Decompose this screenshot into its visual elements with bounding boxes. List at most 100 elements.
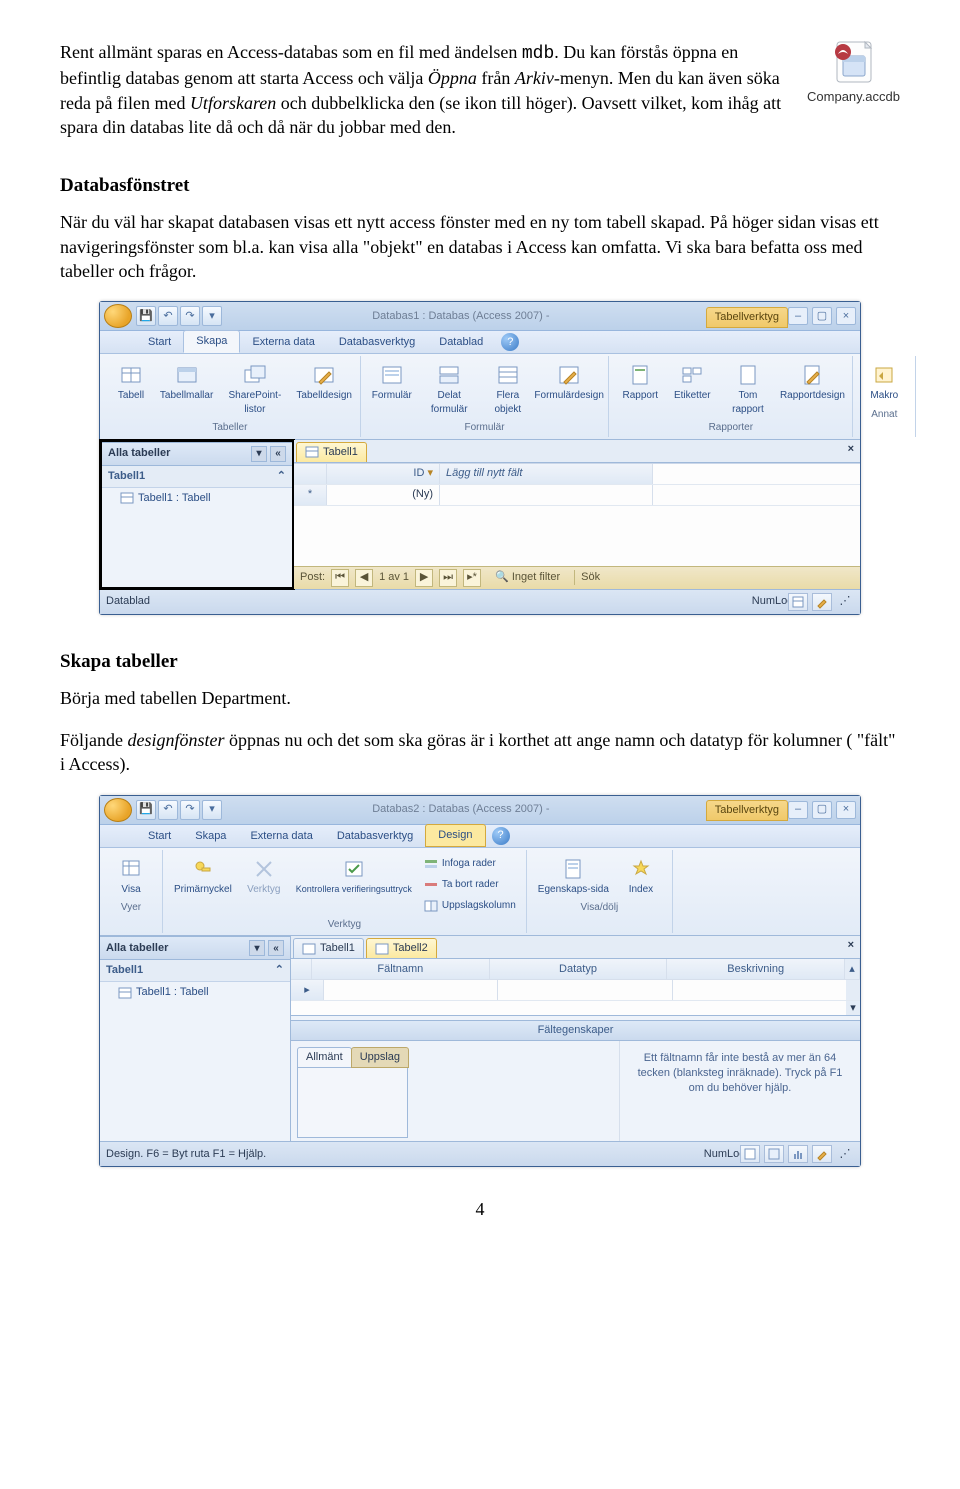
- view-pivottable-icon[interactable]: [764, 1145, 784, 1163]
- ribbon-btn-formulardesign[interactable]: Formulärdesign: [536, 360, 602, 419]
- nav-group-label[interactable]: Tabell1: [108, 469, 145, 484]
- ribbon-btn-tomrapport[interactable]: Tom rapport: [719, 360, 776, 419]
- help-icon[interactable]: ?: [501, 333, 519, 351]
- column-dropdown-icon[interactable]: ▾: [427, 466, 433, 481]
- minimize-button[interactable]: –: [788, 801, 808, 819]
- nav-last-icon[interactable]: ⏭: [439, 569, 457, 587]
- design-cell[interactable]: [498, 980, 672, 1000]
- ribbon-btn-fleraobjekt[interactable]: Flera objekt: [482, 360, 534, 419]
- nav-group-collapse-icon[interactable]: ⌃: [275, 963, 284, 978]
- row-selector-header[interactable]: [294, 464, 327, 484]
- document-tab-tabell1[interactable]: Tabell1: [296, 442, 367, 462]
- ribbon-btn-tabelldesign[interactable]: Tabelldesign: [295, 360, 354, 419]
- close-button[interactable]: ×: [836, 801, 856, 819]
- navigation-pane[interactable]: Alla tabeller▾« Tabell1⌃ Tabell1 : Tabel…: [99, 439, 295, 590]
- ribbon-btn-formular[interactable]: Formulär: [367, 360, 417, 419]
- column-header-add-field[interactable]: Lägg till nytt fält: [440, 464, 653, 484]
- nav-collapse-icon[interactable]: «: [270, 446, 286, 462]
- ribbon-btn-tabell[interactable]: Tabell: [106, 360, 156, 419]
- minimize-button[interactable]: –: [788, 307, 808, 325]
- ribbon-tab-externa[interactable]: Externa data: [240, 332, 326, 353]
- ribbon-tab-skapa[interactable]: Skapa: [183, 330, 240, 353]
- cell-empty[interactable]: [440, 485, 653, 505]
- cell-id-new[interactable]: (Ny): [327, 485, 440, 505]
- property-tabs: AllmäntUppslag: [291, 1041, 408, 1141]
- nav-group-collapse-icon[interactable]: ⌃: [277, 469, 286, 484]
- nav-item-tabell1[interactable]: Tabell1 : Tabell: [100, 982, 290, 1003]
- resize-grip-icon[interactable]: ⋰: [836, 594, 854, 610]
- ribbon-tab-start[interactable]: Start: [136, 826, 183, 847]
- ribbon-btn-uppslagskolumn[interactable]: Uppslagskolumn: [419, 896, 520, 916]
- design-cell[interactable]: [673, 980, 846, 1000]
- document-close-button[interactable]: ×: [842, 936, 860, 958]
- ribbon-btn-egenskapssida[interactable]: Egenskaps-sida: [533, 854, 614, 900]
- scrollbar-up-icon[interactable]: ▴: [845, 959, 860, 979]
- ribbon-tab-verktyg[interactable]: Databasverktyg: [327, 332, 427, 353]
- ribbon-btn-visa[interactable]: Visa: [106, 854, 156, 900]
- ribbon-btn-infoga-rader[interactable]: Infoga rader: [419, 854, 520, 874]
- nav-next-icon[interactable]: ▶: [415, 569, 433, 587]
- nav-item-tabell1[interactable]: Tabell1 : Tabell: [102, 488, 292, 509]
- office-button[interactable]: [104, 798, 132, 822]
- ribbon-tab-verktyg[interactable]: Databasverktyg: [325, 826, 425, 847]
- ribbon-tab-datablad[interactable]: Datablad: [427, 332, 495, 353]
- ribbon-tab-start[interactable]: Start: [136, 332, 183, 353]
- resize-grip-icon[interactable]: ⋰: [836, 1146, 854, 1162]
- view-design-icon[interactable]: [812, 1145, 832, 1163]
- quick-undo-icon[interactable]: ↶: [158, 800, 178, 820]
- design-col-datatyp[interactable]: Datatyp: [490, 959, 668, 979]
- ribbon-btn-sharepoint[interactable]: SharePoint-listor: [217, 360, 292, 419]
- nav-new-icon[interactable]: ▸*: [463, 569, 481, 587]
- prop-tab-allmant[interactable]: Allmänt: [297, 1047, 352, 1068]
- ribbon-btn-rapport[interactable]: Rapport: [615, 360, 665, 419]
- ribbon-btn-rapportdesign[interactable]: Rapportdesign: [779, 360, 847, 419]
- view-design-icon[interactable]: [812, 593, 832, 611]
- view-pivotchart-icon[interactable]: [788, 1145, 808, 1163]
- office-button[interactable]: [104, 304, 132, 328]
- column-header-id[interactable]: ID ▾: [327, 464, 440, 484]
- ribbon-btn-verktyg[interactable]: Verktyg: [239, 854, 289, 916]
- design-cell[interactable]: [324, 980, 498, 1000]
- document-tab-tabell1[interactable]: Tabell1: [293, 938, 364, 958]
- view-datasheet-icon[interactable]: [740, 1145, 760, 1163]
- quick-more-icon[interactable]: ▾: [202, 800, 222, 820]
- search-box[interactable]: Sök: [574, 570, 600, 585]
- design-col-beskrivning[interactable]: Beskrivning: [667, 959, 845, 979]
- nav-first-icon[interactable]: ⏮: [331, 569, 349, 587]
- ribbon-btn-etiketter[interactable]: Etiketter: [667, 360, 717, 419]
- filter-indicator[interactable]: 🔍 Inget filter: [495, 570, 560, 585]
- maximize-button[interactable]: ▢: [812, 801, 832, 819]
- scrollbar-down-icon[interactable]: ▾: [846, 1001, 860, 1015]
- ribbon-btn-delatformular[interactable]: Delat formulär: [419, 360, 480, 419]
- document-tab-tabell2[interactable]: Tabell2: [366, 938, 437, 958]
- view-datasheet-icon[interactable]: [788, 593, 808, 611]
- ribbon-btn-kontrollera[interactable]: Kontrollera verifieringsuttryck: [291, 854, 417, 916]
- quick-redo-icon[interactable]: ↷: [180, 306, 200, 326]
- ribbon-tab-externa[interactable]: Externa data: [238, 826, 324, 847]
- ribbon-btn-primarnyckel[interactable]: Primärnyckel: [169, 854, 237, 916]
- quick-undo-icon[interactable]: ↶: [158, 306, 178, 326]
- ribbon-tab-skapa[interactable]: Skapa: [183, 826, 238, 847]
- nav-dropdown-icon[interactable]: ▾: [251, 446, 267, 462]
- maximize-button[interactable]: ▢: [812, 307, 832, 325]
- help-icon[interactable]: ?: [492, 827, 510, 845]
- scrollbar-track[interactable]: [846, 980, 860, 1000]
- quick-save-icon[interactable]: 💾: [136, 800, 156, 820]
- ribbon-tab-design[interactable]: Design: [425, 824, 485, 847]
- nav-group-label[interactable]: Tabell1: [106, 963, 143, 978]
- quick-save-icon[interactable]: 💾: [136, 306, 156, 326]
- ribbon-btn-index[interactable]: Index: [616, 854, 666, 900]
- nav-dropdown-icon[interactable]: ▾: [249, 940, 265, 956]
- ribbon-btn-tabellmallar[interactable]: Tabellmallar: [158, 360, 215, 419]
- prop-tab-uppslag[interactable]: Uppslag: [351, 1047, 409, 1068]
- nav-prev-icon[interactable]: ◀: [355, 569, 373, 587]
- quick-redo-icon[interactable]: ↷: [180, 800, 200, 820]
- ribbon-btn-makro[interactable]: Makro: [859, 360, 909, 406]
- navigation-pane[interactable]: Alla tabeller▾« Tabell1⌃ Tabell1 : Tabel…: [100, 936, 291, 1141]
- nav-collapse-icon[interactable]: «: [268, 940, 284, 956]
- ribbon-btn-tabort-rader[interactable]: Ta bort rader: [419, 875, 520, 895]
- document-close-button[interactable]: ×: [842, 440, 860, 462]
- design-col-faltnamn[interactable]: Fältnamn: [312, 959, 490, 979]
- close-button[interactable]: ×: [836, 307, 856, 325]
- quick-more-icon[interactable]: ▾: [202, 306, 222, 326]
